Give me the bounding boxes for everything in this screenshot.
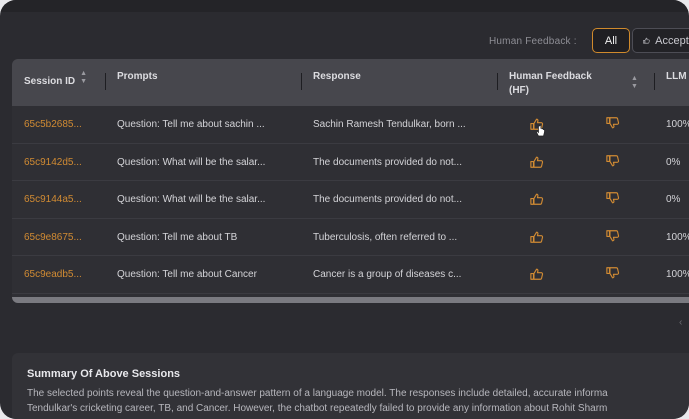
header-session-id-label: Session ID xyxy=(24,76,76,87)
thumbs-up-icon[interactable] xyxy=(530,267,544,281)
table-row[interactable]: 65c9eadb5... Question: Tell me about Can… xyxy=(12,256,689,294)
header-response: Response xyxy=(313,71,361,82)
session-id-link[interactable]: 65c9144a5... xyxy=(24,181,82,219)
thumbs-up-icon[interactable] xyxy=(530,192,544,206)
hand-cursor-icon xyxy=(536,125,545,137)
column-divider[interactable] xyxy=(301,73,302,90)
filter-accepted-button[interactable]: Accepted xyxy=(632,28,689,53)
filter-all-button[interactable]: All xyxy=(592,28,630,53)
prompt-cell: Question: Tell me about sachin ... xyxy=(117,119,265,131)
table-row[interactable]: 65c9144a5... Question: What will be the … xyxy=(12,181,689,219)
header-prompts: Prompts xyxy=(117,71,158,82)
app-frame: Human Feedback : All Accepted Session ID… xyxy=(0,0,689,419)
header-human-feedback-label: Human Feedback xyxy=(509,71,592,82)
prompt-cell: Question: Tell me about TB xyxy=(117,231,238,243)
thumbs-down-icon[interactable] xyxy=(606,229,620,243)
prompt-cell: Question: Tell me about Cancer xyxy=(117,269,257,281)
column-divider[interactable] xyxy=(105,73,106,90)
session-id-link[interactable]: 65c5b2685... xyxy=(24,106,82,144)
llm-cell: 100% xyxy=(666,269,689,281)
header-llm: LLM xyxy=(666,71,687,82)
thumbs-down-icon[interactable] xyxy=(606,154,620,168)
thumbs-down-icon[interactable] xyxy=(606,116,620,130)
filter-accepted-label: Accepted xyxy=(655,34,689,47)
sessions-table: Session ID ▲ ▼ Prompts Response Human Feed… xyxy=(12,59,689,303)
llm-cell: 0% xyxy=(666,194,681,206)
table-row[interactable]: 65c9142d5... Question: What will be the … xyxy=(12,144,689,182)
table-body: 65c5b2685... Question: Tell me about sac… xyxy=(12,106,689,294)
sort-icon[interactable]: ▲ ▼ xyxy=(631,75,638,91)
response-cell: Tuberculosis, often referred to ... xyxy=(313,231,458,243)
thumbs-up-icon[interactable] xyxy=(530,155,544,169)
scroll-left-icon[interactable]: ‹ xyxy=(679,317,682,328)
human-feedback-filter-label: Human Feedback : xyxy=(489,36,577,47)
llm-cell: 100% xyxy=(666,119,689,131)
response-cell: Sachin Ramesh Tendulkar, born ... xyxy=(313,119,466,131)
summary-text: The selected points reveal the question-… xyxy=(27,386,689,416)
sort-icon[interactable]: ▲ ▼ xyxy=(80,70,87,86)
thumbs-up-icon[interactable] xyxy=(530,230,544,244)
llm-cell: 0% xyxy=(666,156,681,168)
column-divider[interactable] xyxy=(497,73,498,90)
summary-title: Summary Of Above Sessions xyxy=(27,368,181,380)
thumbs-up-icon xyxy=(643,37,650,44)
session-id-link[interactable]: 65c9eadb5... xyxy=(24,256,82,294)
header-session-id[interactable]: Session ID ▲ ▼ xyxy=(24,70,87,89)
response-cell: The documents provided do not... xyxy=(313,156,462,168)
session-id-link[interactable]: 65c9e8675... xyxy=(24,219,82,257)
horizontal-scrollbar[interactable] xyxy=(12,297,689,303)
response-cell: Cancer is a group of diseases c... xyxy=(313,269,462,281)
header-human-feedback-abbr: (HF) xyxy=(509,85,529,96)
session-id-link[interactable]: 65c9142d5... xyxy=(24,144,82,182)
summary-line: Tendulkar's cricketing career, TB, and C… xyxy=(27,403,608,414)
table-header: Session ID ▲ ▼ Prompts Response Human Feed… xyxy=(12,59,689,106)
thumbs-down-icon[interactable] xyxy=(606,191,620,205)
llm-cell: 100% xyxy=(666,231,689,243)
summary-line: The selected points reveal the question-… xyxy=(27,388,608,399)
summary-panel: Summary Of Above Sessions The selected p… xyxy=(12,353,689,419)
column-divider[interactable] xyxy=(654,73,655,90)
table-row[interactable]: 65c9e8675... Question: Tell me about TB … xyxy=(12,219,689,257)
top-band xyxy=(0,0,689,12)
header-hf-sort[interactable]: ▲ ▼ xyxy=(626,75,638,94)
response-cell: The documents provided do not... xyxy=(313,194,462,206)
header-human-feedback: Human Feedback (HF) xyxy=(509,70,592,98)
prompt-cell: Question: What will be the salar... xyxy=(117,194,266,206)
thumbs-down-icon[interactable] xyxy=(606,266,620,280)
table-row[interactable]: 65c5b2685... Question: Tell me about sac… xyxy=(12,106,689,144)
prompt-cell: Question: What will be the salar... xyxy=(117,156,266,168)
